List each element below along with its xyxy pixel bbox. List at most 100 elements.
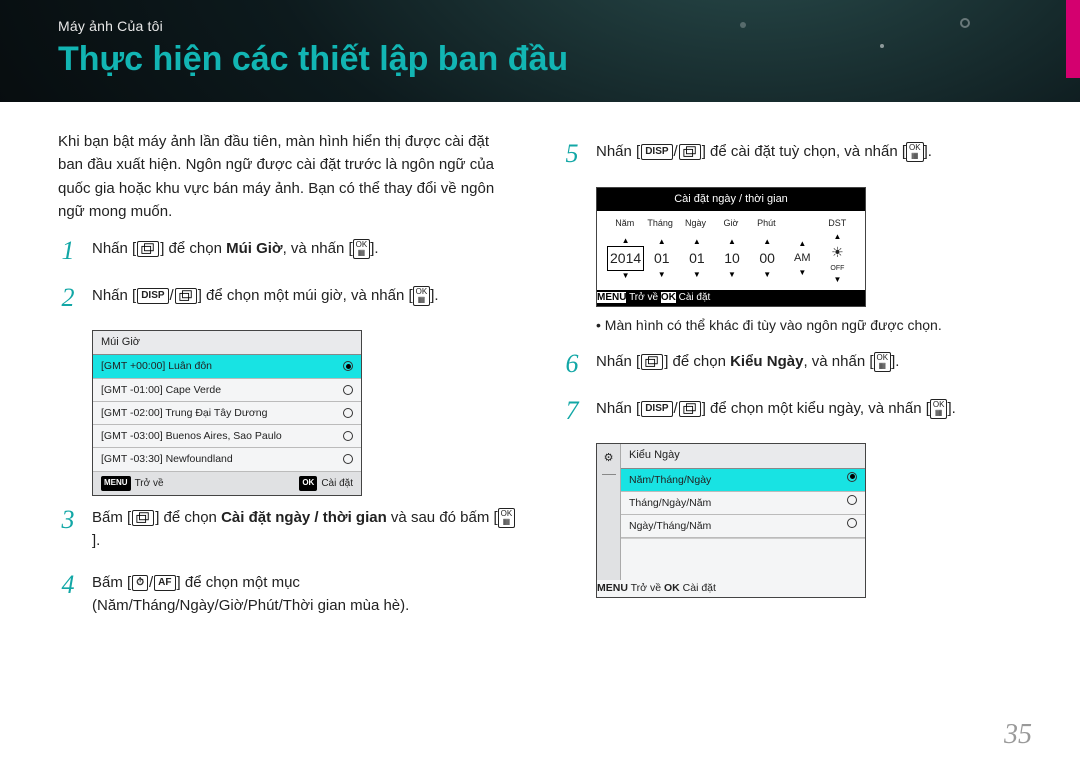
dt-label-hour: Giờ: [713, 217, 748, 231]
timezone-label: [GMT -03:30] Newfoundland: [101, 451, 233, 467]
deco-ring: [960, 18, 970, 28]
arrow-up-icon[interactable]: ▲: [693, 238, 701, 246]
sun-icon[interactable]: ☀: [831, 242, 844, 264]
disp-key: DISP: [641, 144, 672, 160]
dt-label-month: Tháng: [642, 217, 677, 231]
datetype-title: Kiểu Ngày: [621, 444, 865, 468]
note-text: Màn hình có thể khác đi tùy vào ngôn ngữ…: [596, 315, 1022, 337]
gear-icon[interactable]: ⚙: [604, 450, 614, 467]
datetype-row[interactable]: Tháng/Ngày/Năm: [621, 492, 865, 515]
step-1-text: ].: [370, 240, 378, 257]
ok-key: OK▦: [930, 399, 948, 419]
timezone-panel-title: Múi Giờ: [93, 331, 361, 355]
step-7: 7 Nhấn [DISP/] để chọn một kiểu ngày, và…: [562, 397, 1022, 426]
radio[interactable]: [343, 454, 353, 464]
arrow-down-icon[interactable]: ▼: [763, 271, 771, 279]
dt-ampm[interactable]: AM: [792, 249, 813, 268]
radio[interactable]: [847, 518, 857, 528]
timezone-row[interactable]: [GMT -02:00] Trung Đại Tây Dương: [93, 402, 361, 425]
burst-icon: [679, 144, 701, 160]
dt-dst: OFF: [830, 264, 844, 275]
timezone-row[interactable]: [GMT -03:00] Buenos Aires, Sao Paulo: [93, 425, 361, 448]
arrow-up-icon[interactable]: ▲: [658, 238, 666, 246]
burst-icon: [132, 510, 154, 526]
timezone-row[interactable]: [GMT +00:00] Luân đôn: [93, 355, 361, 378]
radio-selected[interactable]: [847, 472, 857, 482]
right-column: 5 Nhấn [DISP/] để cài đặt tuỳ chọn, và n…: [562, 130, 1022, 747]
step-number: 2: [58, 284, 78, 313]
arrow-up-icon[interactable]: ▲: [622, 237, 630, 245]
step-5-text: Nhấn [: [596, 143, 640, 160]
dt-month[interactable]: 01: [652, 247, 672, 271]
arrow-down-icon[interactable]: ▼: [622, 272, 630, 280]
timezone-label: [GMT +00:00] Luân đôn: [101, 358, 212, 374]
step-number: 7: [562, 397, 582, 426]
datetype-label: Năm/Tháng/Ngày: [629, 472, 711, 488]
radio[interactable]: [847, 495, 857, 505]
panel-back[interactable]: MENU Trở về: [597, 582, 661, 594]
timezone-panel: Múi Giờ [GMT +00:00] Luân đôn [GMT -01:0…: [92, 330, 362, 496]
step-3-bold: Cài đặt ngày / thời gian: [221, 509, 387, 526]
step-2-text: ].: [430, 287, 438, 304]
arrow-up-icon[interactable]: ▲: [798, 240, 806, 248]
burst-icon: [175, 288, 197, 304]
step-3-text: và sau đó bấm [: [387, 509, 498, 526]
dt-label-blank: [784, 217, 819, 231]
timer-icon: ⏱: [132, 575, 148, 591]
step-5-text: ] để cài đặt tuỳ chọn, và nhấn [: [702, 143, 906, 160]
step-7-text: ] để chọn một kiểu ngày, và nhấn [: [702, 400, 930, 417]
step-6-text: ].: [891, 353, 899, 370]
dt-label-dst: DST: [820, 217, 855, 231]
arrow-up-icon[interactable]: ▲: [833, 233, 841, 241]
dt-year[interactable]: 2014: [607, 246, 644, 272]
radio[interactable]: [343, 431, 353, 441]
datetype-row[interactable]: Ngày/Tháng/Năm: [621, 515, 865, 538]
panel-confirm[interactable]: OK Cài đặt: [664, 582, 716, 594]
timezone-label: [GMT -02:00] Trung Đại Tây Dương: [101, 405, 267, 421]
page-title: Thực hiện các thiết lập ban đầu: [58, 40, 1080, 79]
timezone-row[interactable]: [GMT -01:00] Cape Verde: [93, 379, 361, 402]
arrow-up-icon[interactable]: ▲: [763, 238, 771, 246]
radio-selected[interactable]: [343, 361, 353, 371]
step-6-text: Nhấn [: [596, 353, 640, 370]
datetime-panel: Cài đặt ngày / thời gian Năm Tháng Ngày …: [596, 187, 866, 307]
step-1: 1 Nhấn [] để chọn Múi Giờ, và nhấn [OK▦]…: [58, 237, 518, 266]
dt-hour[interactable]: 10: [722, 247, 742, 271]
step-6-bold: Kiểu Ngày: [730, 353, 803, 370]
arrow-down-icon[interactable]: ▼: [833, 276, 841, 284]
arrow-down-icon[interactable]: ▼: [728, 271, 736, 279]
step-number: 1: [58, 237, 78, 266]
step-6-text: ] để chọn: [664, 353, 730, 370]
step-6-text: , và nhấn [: [803, 353, 873, 370]
blank-area: [621, 538, 865, 580]
step-1-text: ] để chọn: [160, 240, 226, 257]
dt-minute[interactable]: 00: [757, 247, 777, 271]
dt-label-minute: Phút: [749, 217, 784, 231]
panel-confirm[interactable]: OK Cài đặt: [299, 476, 353, 492]
af-key: AF: [154, 575, 175, 591]
arrow-up-icon[interactable]: ▲: [728, 238, 736, 246]
arrow-down-icon[interactable]: ▼: [693, 271, 701, 279]
step-number: 3: [58, 506, 78, 553]
timezone-row[interactable]: [GMT -03:30] Newfoundland: [93, 448, 361, 471]
arrow-down-icon[interactable]: ▼: [798, 269, 806, 277]
burst-icon: [137, 241, 159, 257]
datetype-label: Tháng/Ngày/Năm: [629, 495, 711, 511]
datetype-panel: ⚙ Kiểu Ngày Năm/Tháng/Ngày Tháng/Ngày/Nă…: [596, 443, 866, 597]
step-2: 2 Nhấn [DISP/] để chọn một múi giờ, và n…: [58, 284, 518, 313]
arrow-down-icon[interactable]: ▼: [658, 271, 666, 279]
ok-key: OK▦: [498, 508, 516, 528]
datetype-row[interactable]: Năm/Tháng/Ngày: [621, 469, 865, 492]
deco-dot: [880, 44, 884, 48]
step-1-text: Nhấn [: [92, 240, 136, 257]
panel-back[interactable]: MENU Trở về: [597, 292, 658, 303]
step-3-text: ].: [92, 532, 100, 549]
radio[interactable]: [343, 385, 353, 395]
dt-label-day: Ngày: [678, 217, 713, 231]
panel-confirm[interactable]: OK Cài đặt: [661, 292, 710, 303]
radio[interactable]: [343, 408, 353, 418]
divider: [602, 474, 616, 475]
step-1-bold: Múi Giờ: [226, 240, 283, 257]
panel-back[interactable]: MENU Trở về: [101, 476, 164, 492]
dt-day[interactable]: 01: [687, 247, 707, 271]
